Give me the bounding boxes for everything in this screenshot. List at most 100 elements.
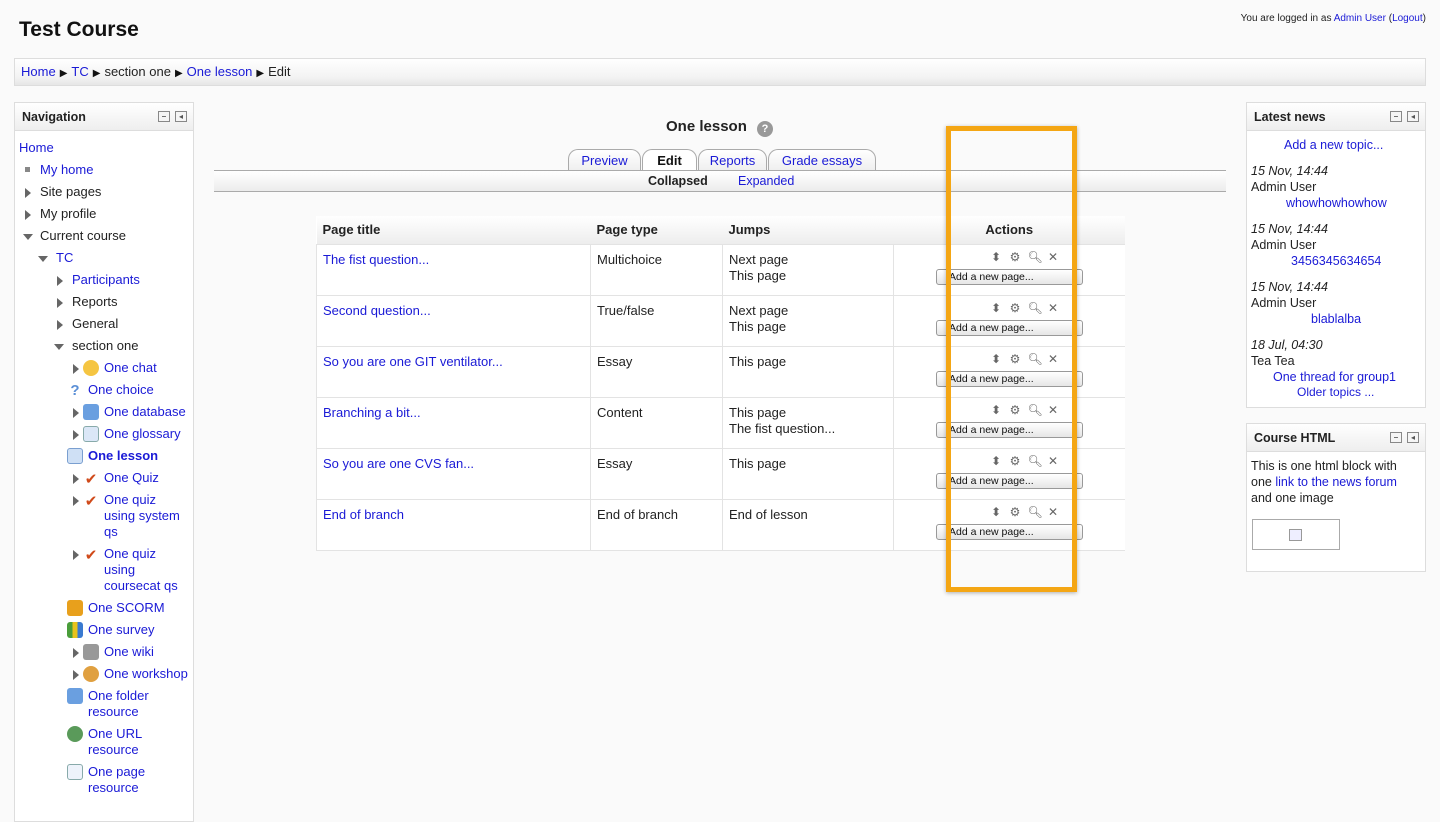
news-subject-link[interactable]: 3456345634654: [1291, 254, 1381, 268]
page-title-cell: The fist question...: [316, 243, 591, 295]
dock-icon[interactable]: ◂: [1407, 432, 1419, 443]
nav-one-chat[interactable]: One chat: [104, 360, 157, 375]
nav-one-workshop[interactable]: One workshop: [104, 666, 188, 681]
nav-one-wiki[interactable]: One wiki: [104, 644, 154, 659]
expand-icon[interactable]: [73, 496, 79, 506]
nav-home[interactable]: Home: [19, 140, 54, 155]
workshop-icon: [83, 666, 99, 682]
jump-1: This page: [729, 404, 787, 420]
quiz-icon: ✔: [84, 471, 98, 488]
collapse-icon[interactable]: [38, 256, 48, 262]
expand-icon[interactable]: [73, 364, 79, 374]
nav-current-course[interactable]: Current course: [40, 228, 126, 243]
nav-my-home[interactable]: My home: [40, 162, 93, 177]
tab-reports[interactable]: Reports: [698, 149, 767, 171]
nav-one-page[interactable]: One page resource: [88, 764, 188, 796]
breadcrumb-lesson[interactable]: One lesson: [187, 64, 253, 79]
page-title-cell: So you are one CVS fan...: [316, 447, 591, 499]
lesson-title: One lesson: [666, 118, 747, 135]
page-title-link[interactable]: Branching a bit...: [323, 405, 421, 420]
quiz-icon: ✔: [84, 493, 98, 510]
collapse-icon[interactable]: [23, 234, 33, 240]
nav-participants[interactable]: Participants: [72, 272, 140, 287]
page-type-cell: Essay: [590, 345, 723, 397]
nav-one-survey[interactable]: One survey: [88, 622, 154, 637]
collapse-icon[interactable]: [54, 344, 64, 350]
navigation-block: Navigation – ◂ Home My home Site pages M…: [14, 102, 194, 822]
nav-one-quiz[interactable]: One Quiz: [104, 470, 159, 485]
nav-section-one[interactable]: section one: [72, 338, 139, 353]
help-icon[interactable]: ?: [757, 121, 773, 137]
url-icon: [67, 726, 83, 742]
navigation-block-header: Navigation – ◂: [15, 103, 193, 131]
expand-icon[interactable]: [57, 276, 63, 286]
expand-icon[interactable]: [25, 210, 31, 220]
nav-my-profile[interactable]: My profile: [40, 206, 96, 221]
chat-icon: [83, 360, 99, 376]
expand-icon[interactable]: [73, 550, 79, 560]
nav-one-lesson[interactable]: One lesson: [88, 448, 158, 463]
nav-one-quiz-coursecat[interactable]: One quiz using coursecat qs: [104, 546, 184, 594]
expand-icon[interactable]: [73, 430, 79, 440]
jumps-cell: This page: [722, 447, 894, 499]
dock-icon[interactable]: ◂: [175, 111, 187, 122]
tab-edit[interactable]: Edit: [642, 149, 697, 171]
breadcrumb-tc[interactable]: TC: [71, 64, 88, 79]
nav-one-url[interactable]: One URL resource: [88, 726, 188, 758]
nav-one-quiz-system[interactable]: One quiz using system qs: [104, 492, 184, 540]
jumps-cell: End of lesson: [722, 498, 894, 551]
older-topics-link[interactable]: Older topics ...: [1297, 385, 1374, 399]
page-title-link[interactable]: End of branch: [323, 507, 404, 522]
nav-reports[interactable]: Reports: [72, 294, 118, 309]
breadcrumb-separator-icon: ▶: [256, 68, 265, 79]
news-subject-link[interactable]: blablalba: [1311, 312, 1361, 326]
tab-preview-label: Preview: [581, 153, 628, 168]
page-title-link[interactable]: The fist question...: [323, 252, 429, 267]
nav-one-database[interactable]: One database: [104, 404, 186, 419]
login-user-link[interactable]: Admin User: [1334, 13, 1386, 24]
question-icon: ?: [70, 382, 80, 399]
dock-icon[interactable]: ◂: [1407, 111, 1419, 122]
logout-link[interactable]: Logout: [1392, 13, 1423, 24]
glossary-icon: [83, 426, 99, 442]
login-prefix: You are logged in as: [1240, 13, 1332, 24]
expand-icon[interactable]: [73, 408, 79, 418]
expand-icon[interactable]: [73, 670, 79, 680]
add-topic-link[interactable]: Add a new topic...: [1284, 138, 1383, 152]
expand-icon[interactable]: [25, 188, 31, 198]
jump-2: This page: [729, 318, 787, 334]
news-subject-link[interactable]: whowhowhowhow: [1286, 196, 1387, 210]
subtab-collapsed[interactable]: Collapsed: [648, 174, 708, 188]
nav-tc[interactable]: TC: [56, 250, 73, 265]
jump-1: Next page: [729, 251, 789, 267]
tab-reports-label: Reports: [709, 153, 756, 168]
minimize-icon[interactable]: –: [1390, 111, 1402, 122]
news-date: 15 Nov, 14:44: [1251, 164, 1328, 178]
minimize-icon[interactable]: –: [1390, 432, 1402, 443]
nav-one-folder[interactable]: One folder resource: [88, 688, 188, 720]
expand-icon[interactable]: [57, 320, 63, 330]
nav-site-pages[interactable]: Site pages: [40, 184, 101, 199]
tab-grade-essays[interactable]: Grade essays: [768, 149, 876, 171]
nav-general[interactable]: General: [72, 316, 118, 331]
page-type-cell: Multichoice: [590, 243, 723, 295]
news-forum-link[interactable]: link to the news forum: [1275, 475, 1397, 489]
subtab-expanded[interactable]: Expanded: [738, 174, 794, 188]
expand-icon[interactable]: [73, 474, 79, 484]
expand-icon[interactable]: [73, 648, 79, 658]
expand-icon[interactable]: [57, 298, 63, 308]
page-title-link[interactable]: Second question...: [323, 303, 431, 318]
page-title-cell: Branching a bit...: [316, 396, 591, 448]
nav-one-choice[interactable]: One choice: [88, 382, 154, 397]
news-subject-link[interactable]: One thread for group1: [1273, 370, 1396, 384]
page-title-link[interactable]: So you are one CVS fan...: [323, 456, 474, 471]
tab-preview[interactable]: Preview: [568, 149, 641, 171]
tab-edit-label: Edit: [657, 153, 682, 168]
page-title-link[interactable]: So you are one GIT ventilator...: [323, 354, 503, 369]
page-type-cell: Content: [590, 396, 723, 448]
breadcrumb-home[interactable]: Home: [21, 64, 56, 79]
nav-one-scorm[interactable]: One SCORM: [88, 600, 165, 615]
nav-one-glossary[interactable]: One glossary: [104, 426, 181, 441]
minimize-icon[interactable]: –: [158, 111, 170, 122]
site-title: Test Course: [19, 18, 139, 41]
